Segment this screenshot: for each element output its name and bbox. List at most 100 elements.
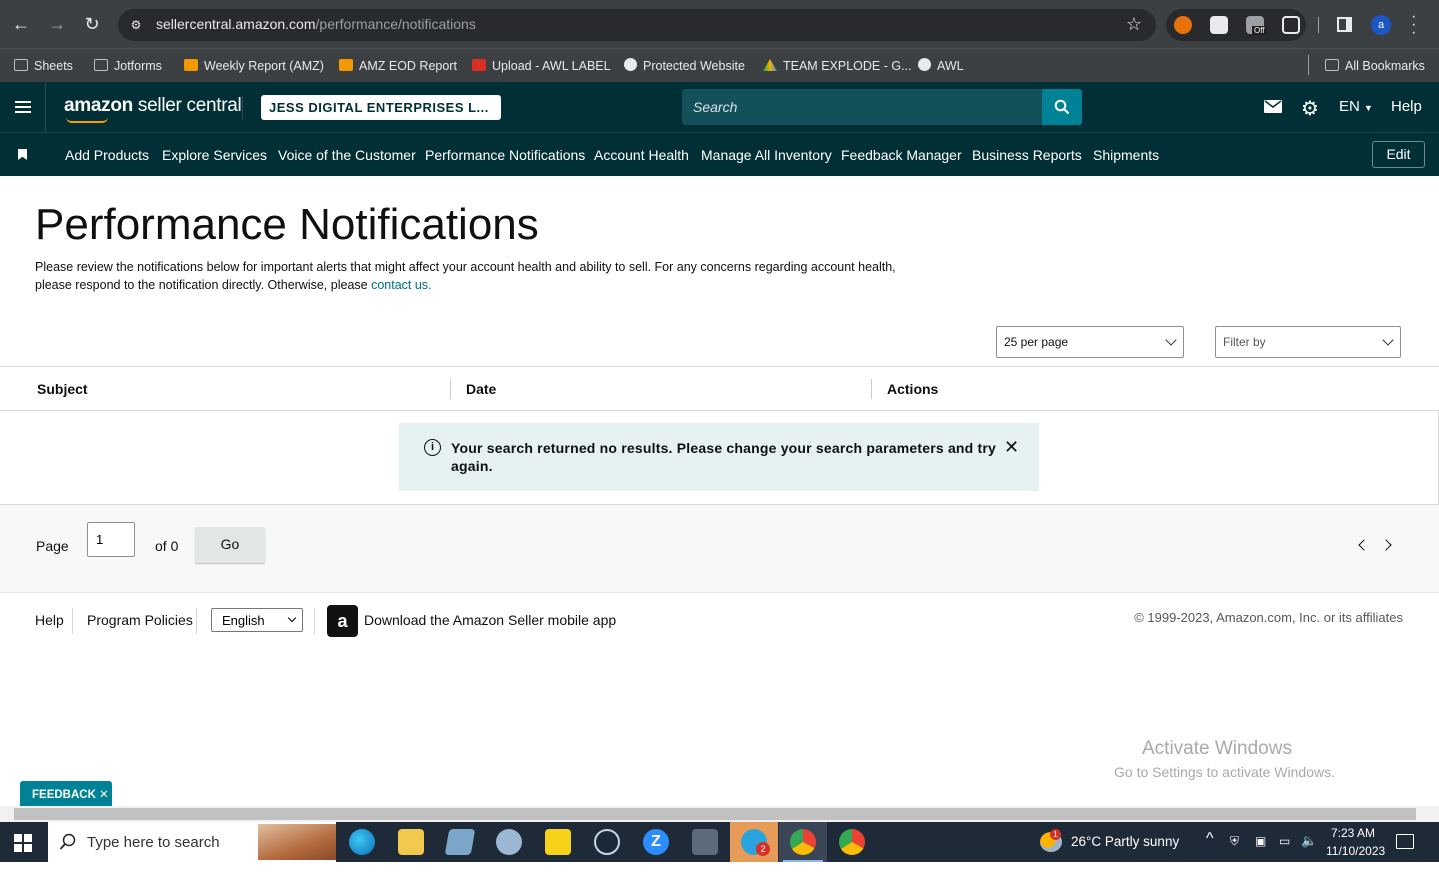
messages-mail-icon[interactable] — [1264, 100, 1282, 113]
app-icon[interactable] — [444, 829, 476, 855]
folder-icon — [14, 59, 28, 71]
nav-performance-notifications[interactable]: Performance Notifications — [425, 147, 585, 163]
language-selector[interactable]: EN ▼ — [1339, 98, 1373, 115]
zoom-icon[interactable]: Z — [643, 829, 669, 855]
bookmark-weekly-report[interactable]: Weekly Report (AMZ) — [184, 55, 324, 77]
amazon-seller-app-icon[interactable]: a — [327, 605, 358, 637]
chrome-profile-icon[interactable] — [839, 829, 865, 855]
profile-avatar[interactable]: a — [1371, 15, 1391, 35]
bookmark-sheets[interactable]: Sheets — [14, 55, 73, 77]
logo-smile — [66, 117, 108, 123]
bookmark-awl[interactable]: AWL — [918, 55, 964, 77]
bookmark-protected-website[interactable]: Protected Website — [624, 55, 745, 77]
page-number-input[interactable]: 1 — [87, 522, 135, 557]
bookmarked-nav-bar: Add Products Explore Services Voice of t… — [0, 132, 1439, 176]
bottom-strip — [0, 862, 1439, 872]
file-explorer-icon[interactable] — [398, 829, 424, 855]
nav-account-health[interactable]: Account Health — [594, 147, 689, 163]
search-highlight-image — [258, 824, 336, 860]
search-input[interactable]: Search — [682, 89, 1042, 125]
url-text: sellercentral.amazon.com/performance/not… — [156, 16, 476, 32]
notifications-icon[interactable] — [1396, 834, 1414, 849]
footer-divider — [196, 608, 197, 634]
close-icon[interactable]: ✕ — [1004, 437, 1019, 458]
scrollbar-thumb[interactable] — [14, 808, 1416, 820]
prev-page-icon[interactable] — [1358, 539, 1370, 551]
browser-menu-icon[interactable]: · · · — [1411, 9, 1416, 41]
column-date[interactable]: Date — [466, 381, 496, 397]
footer-help-link[interactable]: Help — [35, 612, 64, 628]
extensions-puzzle-icon[interactable] — [1282, 16, 1300, 34]
device-icon[interactable]: ▣ — [1255, 834, 1266, 848]
forward-arrow-icon[interactable]: → — [45, 12, 69, 36]
extension-icon[interactable] — [1210, 16, 1228, 34]
telegram-taskbar-button[interactable]: 2 — [730, 822, 778, 862]
bookmark-jotforms[interactable]: Jotforms — [94, 55, 162, 77]
clock-time[interactable]: 7:23 AM — [1331, 826, 1375, 840]
bookmark-all-bookmarks[interactable]: All Bookmarks — [1325, 55, 1425, 77]
security-shield-icon[interactable]: ⛨ — [1230, 834, 1239, 849]
back-arrow-icon[interactable]: ← — [9, 12, 33, 36]
column-subject[interactable]: Subject — [37, 381, 88, 397]
nav-feedback-manager[interactable]: Feedback Manager — [841, 147, 962, 163]
next-page-icon[interactable] — [1380, 539, 1392, 551]
activate-windows-subtitle: Go to Settings to activate Windows. — [1114, 764, 1335, 780]
alert-message: Your search returned no results. Please … — [451, 440, 997, 474]
show-hidden-icons-chevron-icon[interactable]: ^ — [1206, 830, 1214, 848]
bookmark-team-explode[interactable]: TEAM EXPLODE - G... — [763, 55, 912, 77]
footer-language-select[interactable]: English — [211, 608, 303, 632]
extension-off-icon[interactable]: Off — [1246, 16, 1267, 35]
per-page-select[interactable]: 25 per page — [996, 326, 1184, 358]
weather-partly-sunny-icon[interactable]: 1 — [1040, 829, 1062, 852]
filter-by-select[interactable]: Filter by — [1215, 326, 1401, 358]
taskbar-search-input[interactable]: Type here to search — [48, 822, 336, 862]
edit-nav-button[interactable]: Edit — [1372, 141, 1425, 168]
go-button[interactable]: Go — [195, 527, 265, 563]
close-icon[interactable]: ✕ — [99, 789, 109, 801]
globe-icon — [624, 58, 637, 71]
amazon-seller-central-logo[interactable]: amazon seller central — [64, 95, 242, 117]
hamburger-menu-icon[interactable] — [0, 82, 46, 132]
settings-gear-icon[interactable]: ⚙ — [1301, 96, 1319, 121]
bookmark-upload-awl-label[interactable]: Upload - AWL LABEL — [472, 55, 611, 77]
account-switcher[interactable]: JESS DIGITAL ENTERPRISES L... — [261, 95, 501, 120]
feedback-tab[interactable]: FEEDBACK ✕ — [20, 781, 112, 806]
footer-divider — [314, 608, 315, 634]
steam-icon[interactable] — [594, 829, 620, 855]
paint-app-icon[interactable] — [496, 829, 522, 855]
nav-manage-all-inventory[interactable]: Manage All Inventory — [701, 147, 832, 163]
address-bar[interactable]: ⚙ sellercentral.amazon.com/performance/n… — [118, 9, 1156, 41]
calculator-icon[interactable] — [692, 829, 718, 855]
network-icon[interactable]: ▭ — [1279, 834, 1290, 848]
nav-add-products[interactable]: Add Products — [65, 147, 149, 163]
help-link[interactable]: Help — [1391, 98, 1422, 115]
nav-shipments[interactable]: Shipments — [1093, 147, 1159, 163]
chrome-taskbar-button[interactable] — [779, 822, 827, 862]
edge-browser-icon[interactable] — [349, 829, 375, 855]
search-button[interactable] — [1042, 89, 1082, 125]
extensions-area: Off — [1166, 9, 1306, 41]
nav-business-reports[interactable]: Business Reports — [972, 147, 1082, 163]
bookmark-star-icon[interactable]: ☆ — [1126, 14, 1142, 35]
header-divider — [242, 96, 243, 120]
footer-program-policies-link[interactable]: Program Policies — [87, 612, 193, 628]
weather-text[interactable]: 26°C Partly sunny — [1071, 834, 1179, 849]
nav-explore-services[interactable]: Explore Services — [162, 147, 267, 163]
volume-icon[interactable]: 🔈 — [1301, 833, 1317, 849]
nav-voice-of-the-customer[interactable]: Voice of the Customer — [278, 147, 416, 163]
footer-divider — [72, 608, 73, 634]
bookmark-amz-eod-report[interactable]: AMZ EOD Report — [339, 55, 457, 77]
windows-start-icon[interactable] — [14, 834, 32, 852]
seller-central-header: amazon seller central JESS DIGITAL ENTER… — [0, 82, 1439, 132]
site-info-icon[interactable]: ⚙ — [128, 17, 144, 33]
reload-icon[interactable]: ↻ — [80, 12, 104, 36]
horizontal-scrollbar[interactable] — [0, 806, 1439, 822]
page-description: Please review the notifications below fo… — [35, 260, 896, 292]
sticky-notes-icon[interactable] — [545, 829, 571, 855]
download-app-link[interactable]: Download the Amazon Seller mobile app — [364, 612, 616, 628]
side-panel-icon[interactable] — [1337, 17, 1352, 32]
clock-date[interactable]: 11/10/2023 — [1326, 844, 1385, 858]
contact-us-link[interactable]: contact us. — [371, 278, 431, 292]
extension-icon[interactable] — [1174, 16, 1192, 34]
bookmark-icon[interactable] — [18, 149, 27, 160]
